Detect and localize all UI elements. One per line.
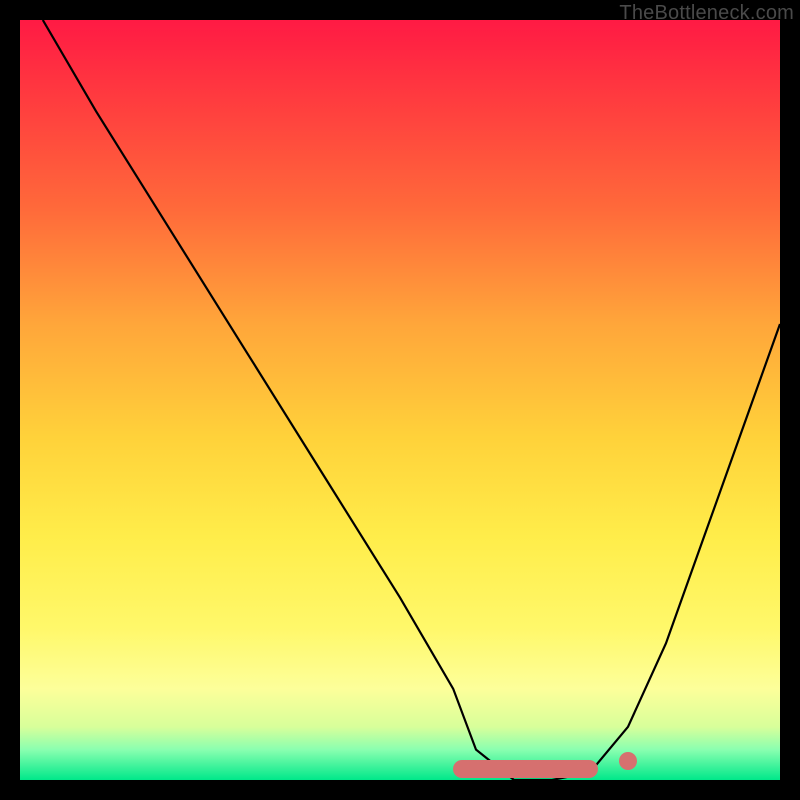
chart-container: TheBottleneck.com [0,0,800,800]
bottleneck-curve [20,20,780,780]
watermark-label: TheBottleneck.com [619,2,794,25]
optimal-range-bar [453,760,597,778]
plot-area [20,20,780,780]
optimal-marker-dot [619,752,637,770]
bottleneck-curve-path [43,20,780,780]
